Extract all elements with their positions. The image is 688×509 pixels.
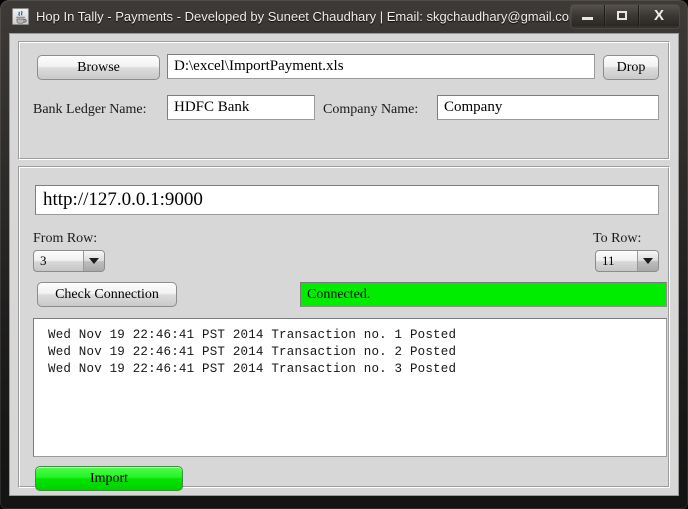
drop-button[interactable]: Drop: [603, 55, 659, 80]
company-name-label: Company Name:: [323, 102, 419, 117]
close-icon: X: [653, 7, 664, 24]
log-line: Wed Nov 19 22:46:41 PST 2014 Transaction…: [48, 362, 457, 376]
server-url-input[interactable]: http://127.0.0.1:9000: [35, 185, 659, 215]
check-connection-button[interactable]: Check Connection: [37, 282, 177, 307]
transaction-log-area[interactable]: Wed Nov 19 22:46:41 PST 2014 Transaction…: [33, 318, 667, 457]
chevron-down-icon[interactable]: [637, 251, 658, 271]
from-row-label: From Row:: [33, 231, 98, 246]
maximize-icon: [616, 11, 627, 20]
bank-ledger-input[interactable]: HDFC Bank: [167, 95, 315, 120]
file-path-input[interactable]: D:\excel\ImportPayment.xls: [167, 54, 595, 79]
maximize-button[interactable]: [605, 5, 639, 26]
connection-panel: http://127.0.0.1:9000 From Row: 3 To Row…: [18, 166, 670, 491]
from-row-value: 3: [40, 253, 47, 268]
bank-ledger-label: Bank Ledger Name:: [33, 102, 147, 117]
browse-button[interactable]: Browse: [37, 55, 160, 80]
minimize-icon: [582, 16, 593, 20]
content-root: Browse D:\excel\ImportPayment.xls Drop B…: [10, 34, 678, 495]
from-row-select[interactable]: 3: [33, 250, 105, 272]
company-name-input[interactable]: Company: [437, 95, 659, 120]
to-row-value: 11: [602, 253, 615, 268]
java-coffee-cup-icon: [12, 8, 29, 25]
to-row-label: To Row:: [593, 231, 642, 246]
window-controls: X: [570, 4, 680, 29]
log-line: Wed Nov 19 22:46:41 PST 2014 Transaction…: [48, 328, 457, 342]
application-window: Hop In Tally - Payments - Developed by S…: [0, 0, 688, 509]
title-bar[interactable]: Hop In Tally - Payments - Developed by S…: [0, 0, 688, 33]
client-area: Browse D:\excel\ImportPayment.xls Drop B…: [9, 33, 679, 496]
minimize-button[interactable]: [571, 5, 605, 26]
file-selection-panel: Browse D:\excel\ImportPayment.xls Drop B…: [18, 41, 670, 160]
window-title: Hop In Tally - Payments - Developed by S…: [36, 9, 580, 24]
connection-status-badge: Connected.: [300, 282, 667, 307]
import-button[interactable]: Import: [35, 466, 183, 491]
chevron-down-icon[interactable]: [83, 251, 104, 271]
log-line: Wed Nov 19 22:46:41 PST 2014 Transaction…: [48, 345, 457, 359]
to-row-select[interactable]: 11: [595, 250, 659, 272]
close-button[interactable]: X: [639, 5, 679, 26]
